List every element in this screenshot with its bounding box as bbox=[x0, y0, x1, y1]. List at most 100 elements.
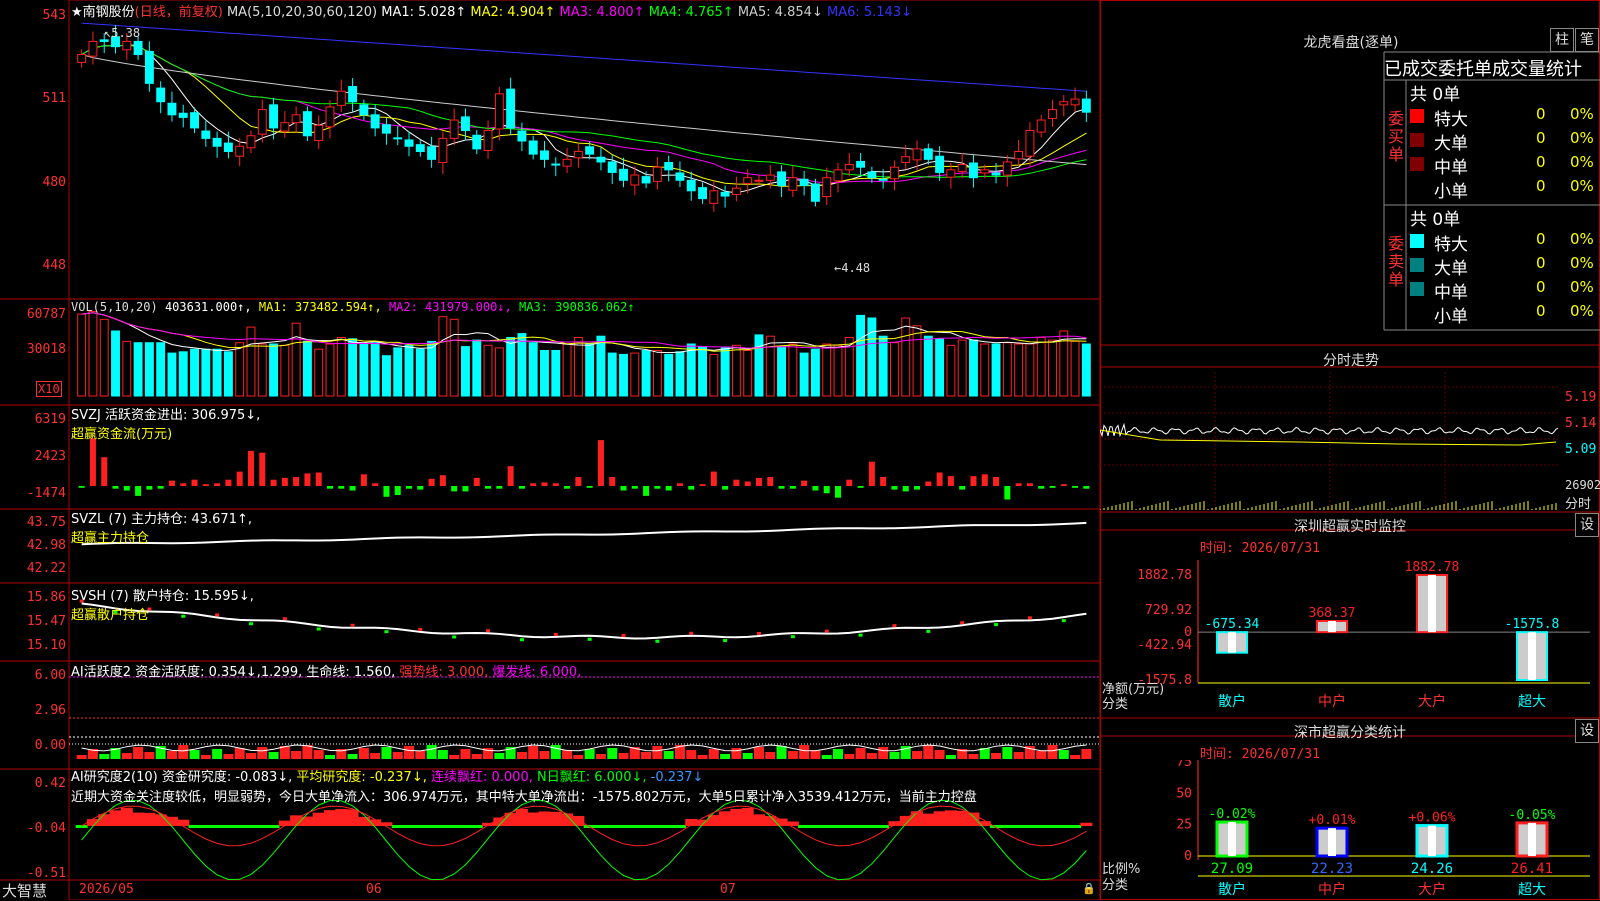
ai-active-axis: 6.00 2.96 0.00 bbox=[0, 668, 66, 753]
flow-bar bbox=[891, 486, 898, 490]
candle-body bbox=[314, 124, 324, 141]
volume-bar bbox=[415, 348, 425, 397]
volume-bar bbox=[325, 343, 335, 397]
order-total: 共 0单 bbox=[1410, 85, 1461, 105]
retail-dot bbox=[452, 635, 457, 639]
candle-body bbox=[1048, 109, 1057, 119]
svsh-tick: 15.47 bbox=[26, 614, 66, 629]
sz-stats-settings-button[interactable]: 设 bbox=[1575, 719, 1599, 743]
stats-change-label: -0.05% bbox=[1509, 808, 1556, 823]
tab-filled[interactable]: 已成交 bbox=[1384, 59, 1438, 80]
svsh-axis: 15.86 15.47 15.10 bbox=[0, 590, 66, 653]
volume-bar bbox=[1002, 342, 1012, 397]
volume-bar bbox=[743, 350, 753, 397]
research-bar bbox=[549, 811, 562, 826]
activity-bar bbox=[968, 754, 979, 759]
research-bar bbox=[346, 809, 359, 826]
activity-bar bbox=[370, 753, 381, 759]
volume-bar bbox=[1036, 337, 1046, 397]
candle-body bbox=[1059, 101, 1069, 106]
candle-body bbox=[969, 162, 978, 179]
volume-bar bbox=[698, 346, 707, 397]
flow-bar bbox=[236, 471, 243, 486]
pen-mode-button[interactable]: 笔 bbox=[1575, 28, 1599, 52]
research-bar bbox=[741, 807, 754, 826]
volume-bar bbox=[833, 344, 843, 397]
vol-multiplier[interactable]: X10 bbox=[36, 381, 62, 397]
order-type: 特大 bbox=[1434, 235, 1468, 255]
research-bar bbox=[538, 811, 551, 826]
research-bar bbox=[843, 825, 856, 828]
retail-dot bbox=[1061, 619, 1066, 623]
volume-bar bbox=[822, 343, 832, 397]
lock-icon[interactable]: 🔒 bbox=[1082, 882, 1096, 895]
monitor-xlabel: 分类 bbox=[1102, 697, 1128, 712]
flow-bar bbox=[146, 486, 153, 490]
research-bar bbox=[1069, 825, 1082, 828]
research-bar bbox=[854, 825, 867, 828]
intraday-chart[interactable] bbox=[1100, 372, 1600, 510]
volume-bar bbox=[257, 343, 267, 397]
research-bar bbox=[233, 825, 246, 828]
monitor-category: 大户 bbox=[1418, 693, 1446, 710]
ma-values: MA1: 5.028↑ MA2: 4.904↑ MA3: 4.800↑ MA4:… bbox=[381, 5, 912, 20]
retail-dot bbox=[316, 627, 321, 631]
research-bar bbox=[933, 811, 946, 826]
candle-body bbox=[178, 112, 188, 118]
volume-bar bbox=[573, 337, 583, 397]
flow-bar bbox=[541, 482, 548, 486]
flow-bar bbox=[1072, 486, 1079, 488]
research-bar bbox=[98, 814, 111, 826]
candle-body bbox=[427, 146, 437, 160]
candle-body bbox=[720, 191, 730, 197]
flow-bar bbox=[281, 477, 288, 486]
flow-bar bbox=[868, 461, 875, 486]
flow-bar bbox=[744, 481, 751, 486]
activity-bar bbox=[912, 751, 923, 759]
retail-dot bbox=[1027, 616, 1032, 620]
research-bar bbox=[944, 810, 957, 826]
activity-bar bbox=[1058, 750, 1069, 759]
tab-volume-stats[interactable]: 成交量统计 bbox=[1492, 59, 1582, 80]
candle-body bbox=[325, 106, 335, 128]
order-row: 中单 0 0% bbox=[1410, 153, 1600, 178]
flow-bar bbox=[688, 486, 695, 490]
candle-body bbox=[280, 122, 290, 132]
candle-body bbox=[946, 169, 956, 178]
flow-bar bbox=[135, 486, 142, 496]
activity-bar bbox=[279, 746, 290, 759]
ai-tick: 0.00 bbox=[34, 738, 66, 753]
research-bar bbox=[211, 825, 224, 828]
bar-mode-button[interactable]: 柱 bbox=[1550, 28, 1574, 52]
activity-bar bbox=[945, 755, 956, 759]
candle-body bbox=[856, 160, 866, 168]
activity-bar bbox=[641, 752, 652, 759]
volume-bar bbox=[765, 335, 775, 397]
volume-bar bbox=[969, 339, 978, 397]
flow-bar bbox=[439, 475, 446, 486]
flow-bar bbox=[383, 486, 390, 497]
flow-bar bbox=[552, 483, 559, 486]
activity-bar bbox=[426, 745, 437, 759]
volume-bar bbox=[280, 344, 290, 397]
activity-bar bbox=[934, 750, 945, 759]
research-bar bbox=[640, 825, 653, 828]
retail-dot bbox=[858, 633, 863, 637]
candle-body bbox=[765, 174, 775, 181]
flow-bar bbox=[936, 472, 943, 486]
stats-tick: 50 bbox=[1176, 786, 1192, 801]
sz-monitor-settings-button[interactable]: 设 bbox=[1575, 513, 1599, 537]
retail-dot bbox=[790, 635, 795, 639]
brand-logo[interactable]: 大智慧 bbox=[2, 880, 47, 901]
tab-orders[interactable]: 委托单 bbox=[1438, 59, 1492, 80]
research-bar bbox=[651, 825, 664, 828]
activity-bar bbox=[415, 751, 426, 759]
volume-bar bbox=[664, 353, 674, 397]
volume-bar bbox=[461, 346, 470, 397]
activity-bar bbox=[686, 750, 697, 759]
activity-bar bbox=[358, 748, 369, 759]
main-chart[interactable] bbox=[0, 0, 1100, 900]
flow-bar bbox=[270, 479, 277, 486]
ai-burst-line: 爆发线: 6.000, bbox=[492, 665, 582, 680]
candle-body bbox=[77, 54, 87, 63]
